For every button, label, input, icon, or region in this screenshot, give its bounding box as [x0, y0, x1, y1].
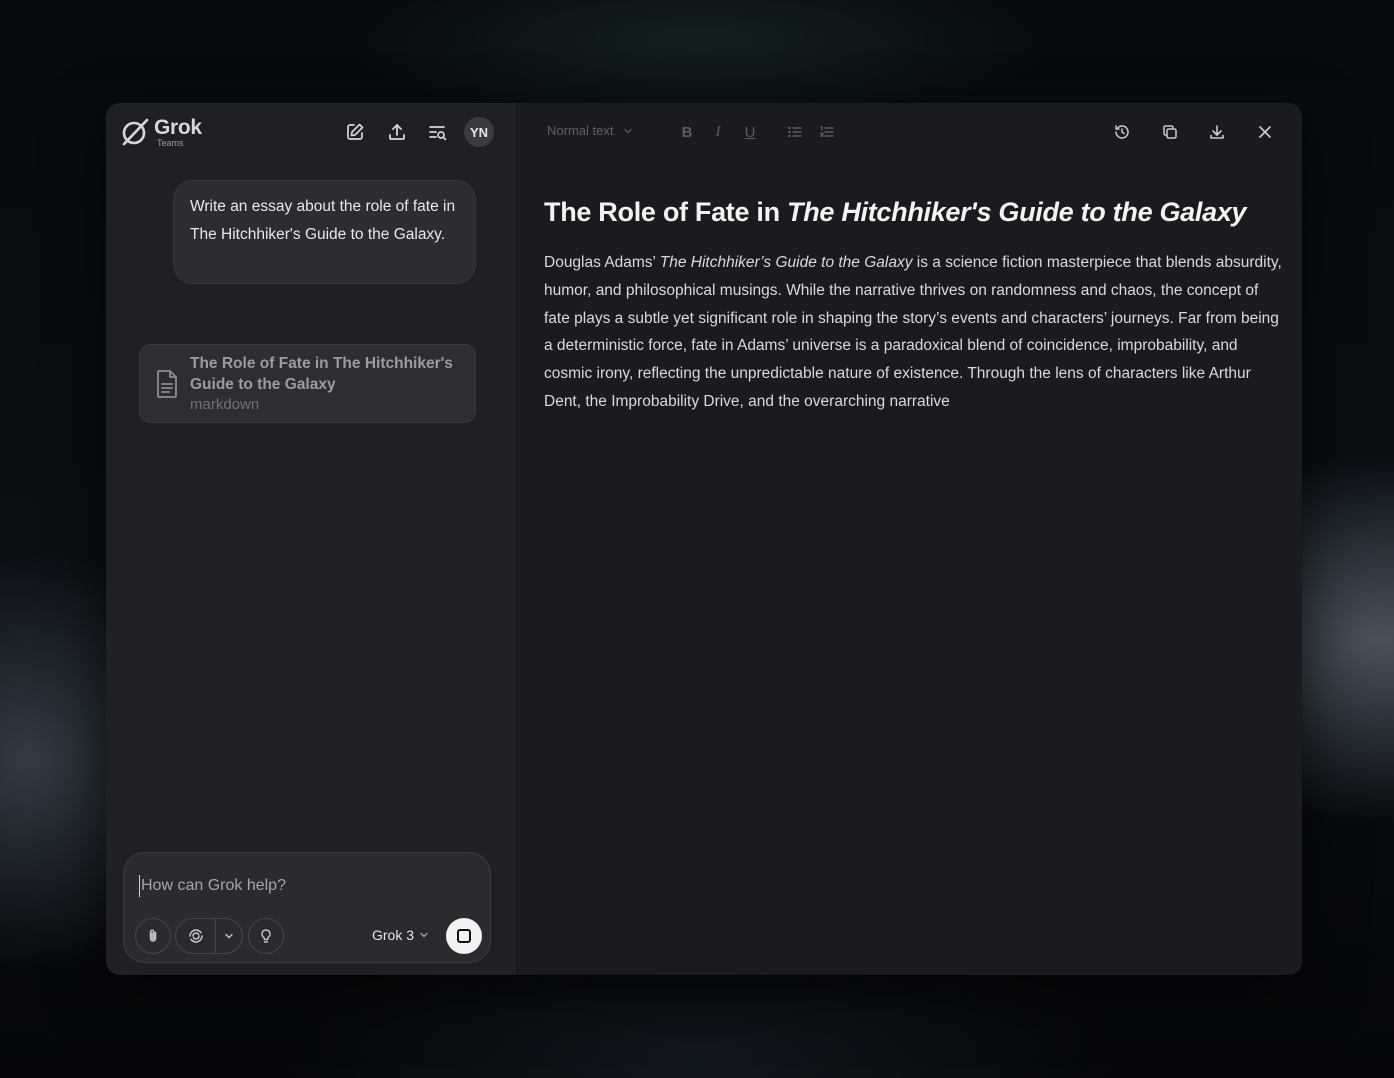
- search-history-icon[interactable]: [426, 120, 450, 144]
- download-icon[interactable]: [1205, 120, 1229, 144]
- grok-logo-icon: [120, 117, 150, 147]
- chat-panel: Grok Teams YN Write an essay about the r…: [106, 103, 514, 975]
- chevron-down-icon[interactable]: [216, 931, 242, 941]
- close-icon[interactable]: [1253, 120, 1277, 144]
- copy-icon[interactable]: [1158, 120, 1182, 144]
- stop-icon: [457, 929, 471, 943]
- artifact-type: markdown: [190, 396, 260, 413]
- new-chat-icon[interactable]: [343, 120, 367, 144]
- chevron-down-icon: [420, 932, 428, 938]
- text-style-select[interactable]: Normal text: [547, 123, 633, 138]
- stop-button[interactable]: [446, 918, 482, 954]
- history-icon[interactable]: [1110, 120, 1134, 144]
- bullet-list-icon[interactable]: [784, 121, 806, 143]
- artifact-title: The Role of Fate in The Hitchhiker's Gui…: [190, 355, 453, 393]
- bold-button[interactable]: B: [676, 121, 698, 143]
- deepsearch-icon: [176, 927, 215, 945]
- document-body: Douglas Adams’ The Hitchhiker’s Guide to…: [544, 254, 1282, 410]
- deepsearch-button[interactable]: [175, 918, 243, 954]
- editor-toolbar: Normal text B I U: [515, 103, 1302, 161]
- avatar[interactable]: YN: [464, 117, 494, 147]
- chevron-down-icon: [624, 128, 633, 133]
- share-icon[interactable]: [385, 120, 409, 144]
- chat-header: Grok Teams YN: [106, 103, 514, 161]
- document-title: The Role of Fate in The Hitchhiker's Gui…: [544, 197, 1247, 227]
- prompt-input[interactable]: [139, 875, 469, 897]
- artifact-card[interactable]: The Role of Fate in The Hitchhiker's Gui…: [139, 344, 476, 423]
- document-icon: [155, 369, 179, 399]
- think-button[interactable]: [248, 918, 284, 954]
- model-selector[interactable]: Grok 3: [372, 927, 429, 943]
- attach-button[interactable]: [135, 918, 171, 954]
- logo-name: Grok: [154, 116, 202, 139]
- text-style-label: Normal text: [547, 123, 614, 138]
- logo-subtitle: Teams: [157, 138, 184, 148]
- lightbulb-icon: [261, 929, 271, 943]
- model-label: Grok 3: [372, 927, 415, 943]
- numbered-list-icon[interactable]: [816, 121, 838, 143]
- app-window: Grok Teams YN Write an essay about the r…: [106, 103, 1302, 975]
- document-panel: Normal text B I U The Role of Fate in Th…: [514, 103, 1302, 975]
- user-message-bubble: Write an essay about the role of fate in…: [173, 180, 476, 284]
- composer: Grok 3: [123, 852, 491, 963]
- underline-button[interactable]: U: [739, 121, 761, 143]
- paperclip-icon: [149, 929, 157, 942]
- italic-button[interactable]: I: [707, 121, 729, 143]
- logo[interactable]: Grok Teams: [120, 117, 202, 148]
